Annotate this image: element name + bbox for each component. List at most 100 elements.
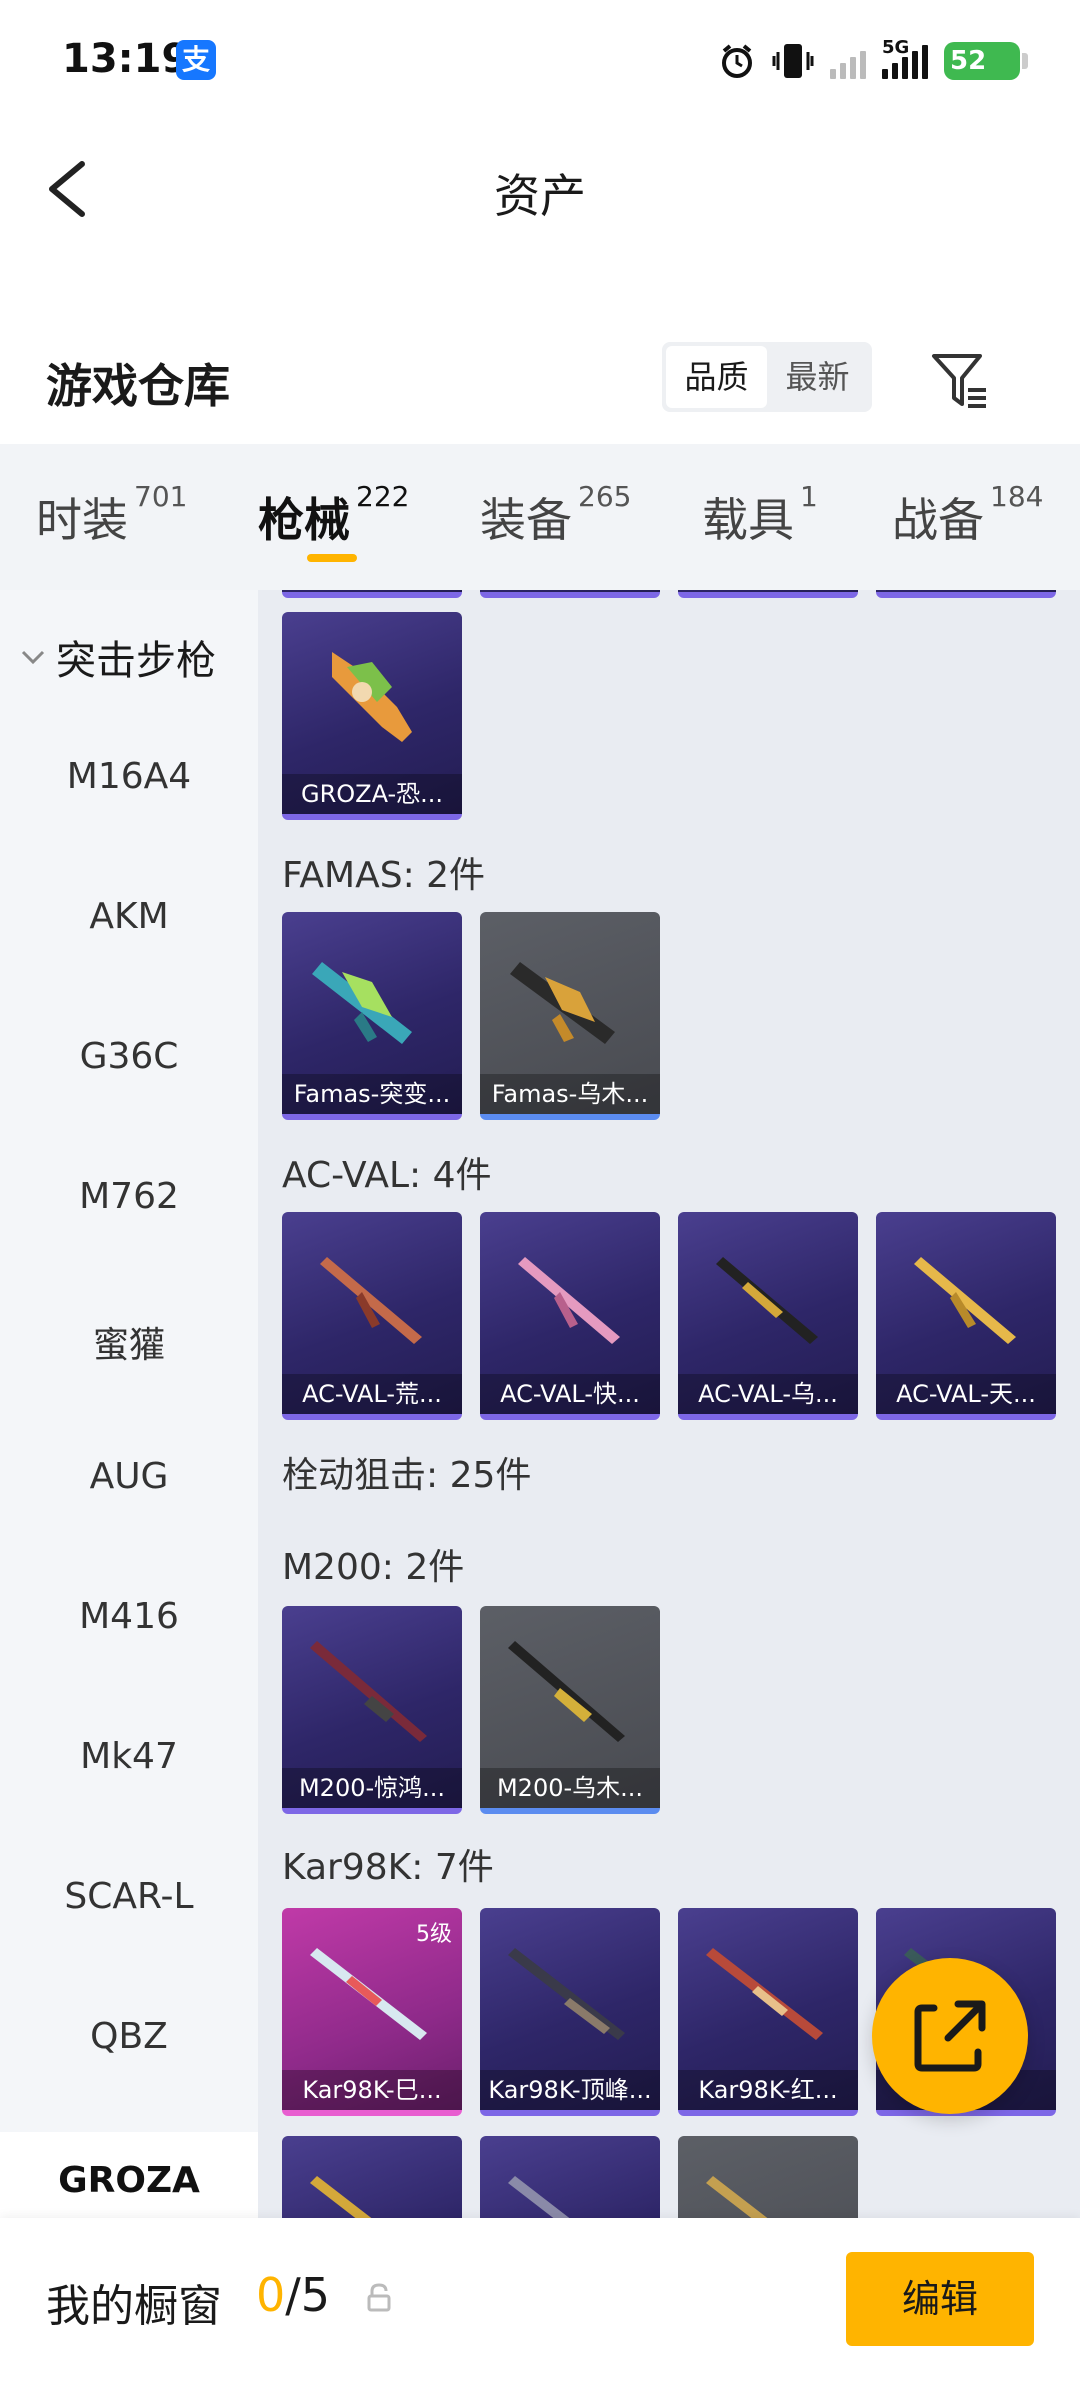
section-label-famas: FAMAS: 2件 — [282, 855, 486, 896]
battery-icon: 52 — [944, 42, 1028, 80]
tab-count: 184 — [990, 480, 1044, 513]
battery-level: 52 — [950, 46, 987, 76]
rifle-image — [508, 2176, 572, 2220]
network-type-label: 5G — [882, 37, 910, 58]
section-label-acval: AC-VAL: 4件 — [282, 1155, 492, 1196]
item-card-kar98k[interactable]: Kar98K-红... — [678, 1908, 858, 2116]
sort-toggle: 品质 最新 — [662, 342, 872, 412]
item-card-m200[interactable]: M200-惊鸿... — [282, 1606, 462, 1814]
alipay-icon: 支 — [176, 40, 216, 80]
warehouse-row: 游戏仓库 品质 最新 — [0, 330, 1080, 426]
item-name: Famas-乌木... — [480, 1074, 660, 1114]
tab-count: 265 — [578, 480, 632, 513]
sidebar-group-label: 突击步枪 — [56, 638, 216, 684]
tab-equipment[interactable]: 装备 265 — [480, 480, 631, 550]
bottom-bar: 我的橱窗 0/5 编辑 — [0, 2218, 1080, 2382]
signal-5g-icon: 5G — [882, 37, 928, 79]
showcase-total: /5 — [285, 2268, 331, 2322]
sort-newest-button[interactable]: 最新 — [767, 346, 868, 408]
item-card-acval[interactable]: AC-VAL-乌... — [678, 1212, 858, 1420]
rifle-image — [320, 1257, 422, 1344]
sidebar-item-g36c[interactable]: G36C — [0, 1036, 258, 1077]
edit-button[interactable]: 编辑 — [846, 2252, 1034, 2346]
item-name: Kar98K-红... — [678, 2070, 858, 2110]
share-button[interactable] — [872, 1958, 1028, 2114]
sidebar-item-m416[interactable]: M416 — [0, 1596, 258, 1637]
item-name: AC-VAL-乌... — [678, 1374, 858, 1414]
showcase-count: 0/5 — [256, 2268, 330, 2322]
active-tab-indicator — [307, 554, 357, 562]
item-card-kar98k[interactable]: 5级 Kar98K-巳... — [282, 1908, 462, 2116]
sort-quality-button[interactable]: 品质 — [666, 346, 767, 408]
tab-label: 装备 — [480, 493, 572, 547]
item-card[interactable] — [282, 590, 462, 598]
status-icons: 5G 52 — [718, 37, 1028, 82]
status-time: 13:19 — [62, 36, 190, 82]
item-card[interactable] — [876, 590, 1056, 598]
tab-label: 枪械 — [258, 493, 350, 547]
alarm-icon — [722, 44, 752, 78]
item-card[interactable] — [480, 2136, 660, 2220]
item-name: AC-VAL-荒... — [282, 1374, 462, 1414]
share-icon — [914, 2000, 986, 2072]
status-bar: 13:19 支 5G 52 — [0, 0, 1080, 120]
item-card-groza[interactable]: GROZA-恐... — [282, 612, 462, 820]
tab-label: 战备 — [892, 493, 984, 547]
tab-fashion[interactable]: 时装 701 — [36, 480, 187, 550]
item-card-famas[interactable]: Famas-突变... — [282, 912, 462, 1120]
item-name: AC-VAL-快... — [480, 1374, 660, 1414]
rifle-image — [510, 962, 615, 1044]
item-name: Famas-突变... — [282, 1074, 462, 1114]
lock-icon — [367, 2283, 391, 2312]
item-card[interactable] — [678, 590, 858, 598]
sidebar-item-scar-l[interactable]: SCAR-L — [0, 1876, 258, 1917]
item-card-m200[interactable]: M200-乌木... — [480, 1606, 660, 1814]
chevron-down-icon — [21, 650, 45, 665]
rifle-image — [716, 1257, 818, 1344]
rifle-image — [914, 1257, 1016, 1344]
item-card[interactable] — [678, 2136, 858, 2220]
item-card[interactable] — [282, 2136, 462, 2220]
filter-icon[interactable] — [928, 348, 992, 412]
tab-firearms[interactable]: 枪械 222 — [258, 480, 409, 550]
tab-count: 222 — [356, 480, 410, 513]
section-label-kar98k: Kar98K: 7件 — [282, 1847, 494, 1888]
sidebar-item-mk47[interactable]: Mk47 — [0, 1736, 258, 1777]
item-card-acval[interactable]: AC-VAL-天... — [876, 1212, 1056, 1420]
tab-count: 1 — [800, 480, 818, 513]
sidebar-item-honey-badger[interactable]: 蜜獾 — [0, 1316, 258, 1368]
rifle-image — [332, 652, 412, 742]
sidebar-item-groza[interactable]: GROZA — [0, 2132, 258, 2220]
item-name: M200-惊鸿... — [282, 1768, 462, 1808]
section-label-m200: M200: 2件 — [282, 1547, 465, 1588]
rifle-image — [312, 962, 412, 1044]
item-card-acval[interactable]: AC-VAL-荒... — [282, 1212, 462, 1420]
tab-vehicles[interactable]: 载具 1 — [702, 480, 818, 550]
signal-weak-icon — [830, 43, 866, 79]
vibrate-icon — [772, 44, 814, 78]
rifle-image — [706, 2176, 770, 2220]
tab-supplies[interactable]: 战备 184 — [892, 480, 1043, 550]
sidebar-item-akm[interactable]: AKM — [0, 896, 258, 937]
sidebar-item-m762[interactable]: M762 — [0, 1176, 258, 1217]
item-card-famas[interactable]: Famas-乌木... — [480, 912, 660, 1120]
sidebar: 突击步枪 M16A4 AKM G36C M762 蜜獾 AUG M416 Mk4… — [0, 590, 258, 2220]
showcase-current: 0 — [256, 2268, 286, 2322]
rifle-image — [518, 1257, 620, 1344]
section-label-bolt-action: 栓动狙击: 25件 — [282, 1455, 532, 1496]
rifle-image — [706, 1948, 823, 2040]
item-card-kar98k[interactable]: Kar98K-顶峰... — [480, 1908, 660, 2116]
sidebar-item-qbz[interactable]: QBZ — [0, 2016, 258, 2057]
item-name: GROZA-恐... — [282, 774, 462, 814]
sidebar-group-assault-rifles[interactable]: 突击步枪 — [18, 628, 216, 686]
rifle-image — [508, 1641, 625, 1742]
item-name: Kar98K-顶峰... — [480, 2070, 660, 2110]
item-card[interactable] — [480, 590, 660, 598]
sidebar-item-aug[interactable]: AUG — [0, 1456, 258, 1497]
category-tabs: 时装 701 枪械 222 装备 265 载具 1 战备 184 — [0, 444, 1080, 590]
rifle-image — [310, 1948, 427, 2040]
rifle-image — [310, 2176, 374, 2220]
sidebar-item-m16a4[interactable]: M16A4 — [0, 756, 258, 797]
tab-count: 701 — [134, 480, 188, 513]
item-card-acval[interactable]: AC-VAL-快... — [480, 1212, 660, 1420]
